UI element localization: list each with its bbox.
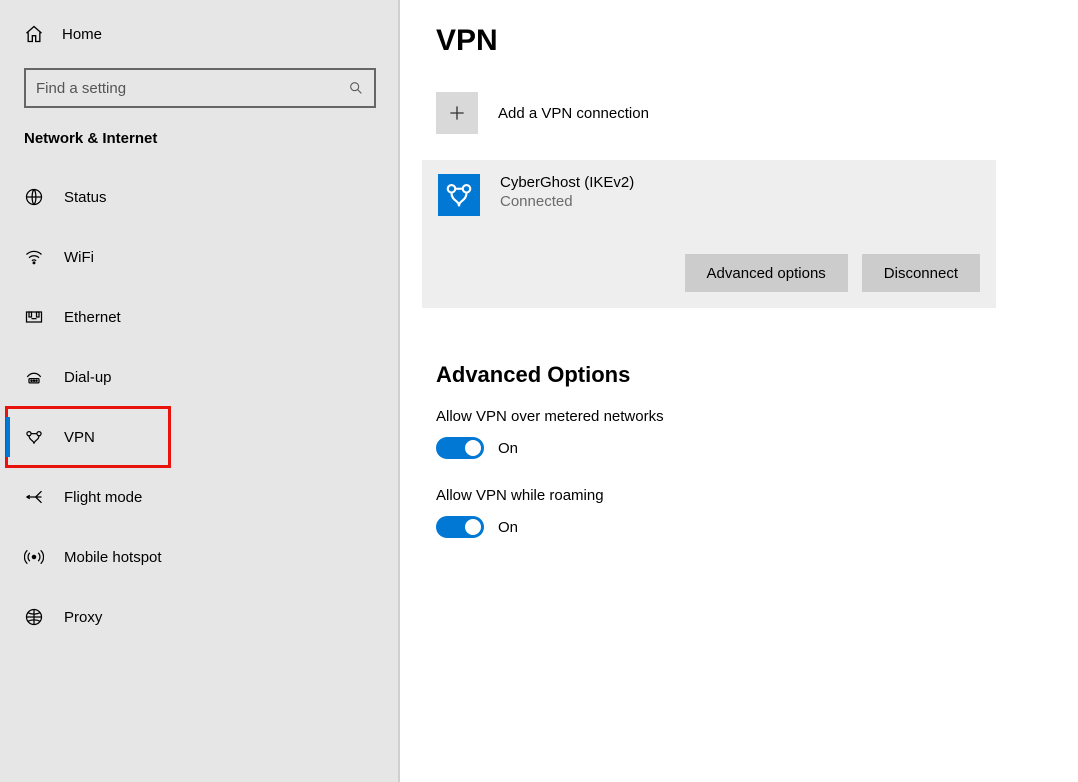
- sidebar-item-label: Proxy: [64, 609, 102, 626]
- sidebar-item-label: WiFi: [64, 249, 94, 266]
- globe-icon: [24, 187, 44, 207]
- sidebar-item-ethernet[interactable]: Ethernet: [0, 287, 400, 347]
- airplane-icon: [24, 487, 44, 507]
- sidebar-item-proxy[interactable]: Proxy: [0, 587, 400, 647]
- sidebar-home-label: Home: [62, 26, 102, 43]
- search-input[interactable]: [36, 80, 348, 97]
- option-roaming: Allow VPN while roaming On: [436, 487, 1048, 538]
- sidebar-item-wifi[interactable]: WiFi: [0, 227, 400, 287]
- vpn-connection-status: Connected: [500, 193, 634, 210]
- advanced-options-title: Advanced Options: [436, 362, 1048, 388]
- ethernet-icon: [24, 307, 44, 327]
- sidebar-item-label: Dial-up: [64, 369, 112, 386]
- sidebar-item-status[interactable]: Status: [0, 167, 400, 227]
- option-roaming-state: On: [498, 519, 518, 536]
- proxy-icon: [24, 607, 44, 627]
- page-title: VPN: [436, 24, 1048, 58]
- sidebar-item-vpn[interactable]: VPN: [6, 407, 170, 467]
- sidebar-home[interactable]: Home: [0, 10, 400, 58]
- vpn-icon: [24, 427, 44, 447]
- search-container: [24, 68, 376, 108]
- vpn-connection-text: CyberGhost (IKEv2) Connected: [500, 174, 634, 210]
- dialup-icon: [24, 367, 44, 387]
- option-metered-label: Allow VPN over metered networks: [436, 408, 1048, 425]
- sidebar-item-label: VPN: [64, 429, 95, 446]
- option-roaming-toggle[interactable]: [436, 516, 484, 538]
- sidebar-item-flightmode[interactable]: Flight mode: [0, 467, 400, 527]
- home-icon: [24, 24, 44, 44]
- sidebar-item-label: Mobile hotspot: [64, 549, 162, 566]
- add-vpn-connection[interactable]: Add a VPN connection: [436, 92, 1048, 134]
- main-content: VPN Add a VPN connection CyberGhost (IKE…: [400, 0, 1078, 782]
- vpn-connection-name: CyberGhost (IKEv2): [500, 174, 634, 191]
- vpn-connection-icon: [438, 174, 480, 216]
- option-metered-toggle[interactable]: [436, 437, 484, 459]
- add-vpn-label: Add a VPN connection: [498, 105, 649, 122]
- sidebar-item-label: Flight mode: [64, 489, 142, 506]
- sidebar-group-label: Network & Internet: [0, 130, 400, 167]
- sidebar-divider: [398, 0, 400, 782]
- search-icon: [348, 80, 364, 96]
- wifi-icon: [24, 247, 44, 267]
- sidebar: Home Network & Internet Status WiFi: [0, 0, 400, 782]
- sidebar-item-hotspot[interactable]: Mobile hotspot: [0, 527, 400, 587]
- hotspot-icon: [24, 547, 44, 567]
- sidebar-nav: Status WiFi Ethernet Dial-up VPN: [0, 167, 400, 647]
- option-metered-state: On: [498, 440, 518, 457]
- option-metered: Allow VPN over metered networks On: [436, 408, 1048, 459]
- sidebar-item-label: Ethernet: [64, 309, 121, 326]
- plus-icon: [436, 92, 478, 134]
- sidebar-item-dialup[interactable]: Dial-up: [0, 347, 400, 407]
- search-input-wrap[interactable]: [24, 68, 376, 108]
- sidebar-item-label: Status: [64, 189, 107, 206]
- vpn-connection-card[interactable]: CyberGhost (IKEv2) Connected Advanced op…: [422, 160, 996, 308]
- option-roaming-label: Allow VPN while roaming: [436, 487, 1048, 504]
- advanced-options-button[interactable]: Advanced options: [685, 254, 848, 292]
- disconnect-button[interactable]: Disconnect: [862, 254, 980, 292]
